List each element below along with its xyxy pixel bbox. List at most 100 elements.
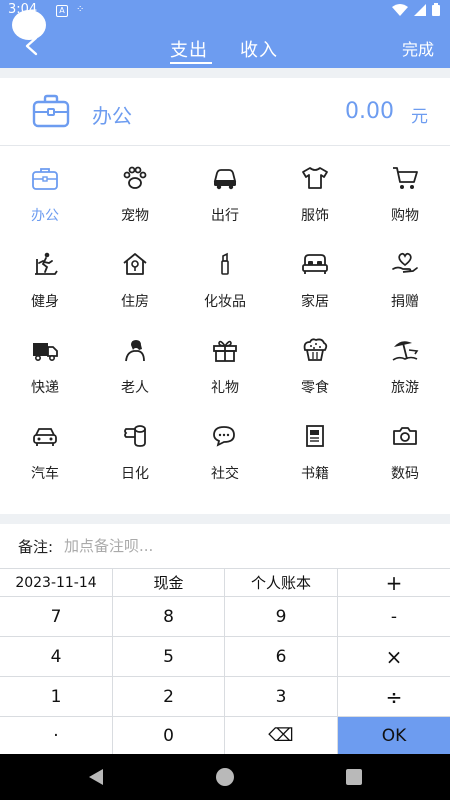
chat-bubbles-icon xyxy=(213,426,235,447)
category-fitness[interactable]: 健身 xyxy=(0,233,90,319)
system-nav-bar xyxy=(0,754,450,800)
toilet-roll-icon xyxy=(124,425,146,447)
note-label: 备注: xyxy=(18,538,54,556)
key-1[interactable]: 1 xyxy=(0,676,113,716)
key-7[interactable]: 7 xyxy=(0,596,113,636)
car-icon xyxy=(33,428,57,446)
tab-active-indicator xyxy=(170,62,212,64)
back-arrow-icon[interactable] xyxy=(18,32,46,60)
category-cosmetics[interactable]: 化妆品 xyxy=(180,233,270,319)
selected-category-row: 办公 0.00 元 xyxy=(0,78,450,146)
category-partial[interactable] xyxy=(360,491,450,514)
key-6[interactable]: 6 xyxy=(225,636,338,676)
key-0[interactable]: 0 xyxy=(113,716,225,754)
elder-icon xyxy=(125,340,145,362)
briefcase-icon xyxy=(32,168,58,190)
category-label: 日化 xyxy=(121,466,149,482)
category-snacks[interactable]: 零食 xyxy=(270,319,360,405)
category-partial[interactable] xyxy=(0,491,90,514)
cart-icon xyxy=(393,167,418,189)
note-row: 备注: xyxy=(0,524,450,568)
decimal-key[interactable]: · xyxy=(0,716,113,754)
multiply-key[interactable]: × xyxy=(338,636,450,676)
tab-income[interactable]: 收入 xyxy=(240,36,278,62)
backspace-key[interactable]: ⌫ xyxy=(225,716,338,754)
account-key[interactable]: 现金 xyxy=(113,568,225,596)
divider xyxy=(0,68,450,78)
treadmill-icon xyxy=(35,252,58,275)
category-label: 家居 xyxy=(301,294,329,310)
key-2[interactable]: 2 xyxy=(113,676,225,716)
category-daily-chemicals[interactable]: 日化 xyxy=(90,405,180,491)
status-right-icons xyxy=(392,3,440,16)
briefcase-icon xyxy=(32,94,70,128)
category-label: 宠物 xyxy=(121,208,149,224)
category-car[interactable]: 汽车 xyxy=(0,405,90,491)
category-partial[interactable] xyxy=(180,491,270,514)
done-button[interactable]: 完成 xyxy=(402,36,434,60)
camera-icon xyxy=(393,427,417,445)
status-bar: 3:04 A ⁘ xyxy=(0,0,450,40)
car-front-icon xyxy=(213,169,237,190)
bed-icon xyxy=(302,254,328,274)
header: 3:04 A ⁘ 支出 收入 完成 xyxy=(0,0,450,68)
status-a-icon: A xyxy=(56,5,68,17)
category-label: 出行 xyxy=(211,208,239,224)
category-express[interactable]: 快递 xyxy=(0,319,90,405)
category-label: 办公 xyxy=(31,208,59,224)
category-gift[interactable]: 礼物 xyxy=(180,319,270,405)
category-label: 老人 xyxy=(121,380,149,396)
category-shopping[interactable]: 购物 xyxy=(360,147,450,233)
nav-back-icon[interactable] xyxy=(88,769,104,785)
category-label: 服饰 xyxy=(301,208,329,224)
wifi-icon xyxy=(392,3,408,16)
key-8[interactable]: 8 xyxy=(113,596,225,636)
category-label: 汽车 xyxy=(31,466,59,482)
minus-key[interactable]: - xyxy=(338,596,450,636)
category-books[interactable]: 书籍 xyxy=(270,405,360,491)
category-social[interactable]: 社交 xyxy=(180,405,270,491)
delivery-truck-icon xyxy=(33,343,58,361)
category-label: 购物 xyxy=(391,208,419,224)
category-travel[interactable]: 出行 xyxy=(180,147,270,233)
category-tourism[interactable]: 旅游 xyxy=(360,319,450,405)
nav-home-icon[interactable] xyxy=(216,768,234,786)
ok-button[interactable]: OK xyxy=(338,716,450,754)
category-partial[interactable] xyxy=(90,491,180,514)
category-grid: 办公 宠物 出行 服饰 购物 健身 住房 化妆品 家居 捐赠 快递 老人 礼物 … xyxy=(0,147,450,514)
category-office[interactable]: 办公 xyxy=(0,147,90,233)
lipstick-icon xyxy=(221,252,229,275)
category-home[interactable]: 家居 xyxy=(270,233,360,319)
plus-key[interactable]: + xyxy=(338,568,450,596)
note-input[interactable] xyxy=(64,534,424,558)
muffin-icon xyxy=(303,338,328,361)
category-label: 零食 xyxy=(301,380,329,396)
key-4[interactable]: 4 xyxy=(0,636,113,676)
house-icon xyxy=(123,253,147,275)
category-label: 住房 xyxy=(121,294,149,310)
category-housing[interactable]: 住房 xyxy=(90,233,180,319)
signal-icon xyxy=(414,3,426,16)
tab-expense[interactable]: 支出 xyxy=(170,36,208,62)
category-partial[interactable] xyxy=(270,491,360,514)
key-9[interactable]: 9 xyxy=(225,596,338,636)
date-key[interactable]: 2023-11-14 xyxy=(0,568,113,596)
category-label: 健身 xyxy=(31,294,59,310)
category-donation[interactable]: 捐赠 xyxy=(360,233,450,319)
category-elder[interactable]: 老人 xyxy=(90,319,180,405)
key-5[interactable]: 5 xyxy=(113,636,225,676)
book-key[interactable]: 个人账本 xyxy=(225,568,338,596)
category-digital[interactable]: 数码 xyxy=(360,405,450,491)
gift-icon xyxy=(213,340,237,362)
shirt-icon xyxy=(302,167,328,189)
key-3[interactable]: 3 xyxy=(225,676,338,716)
status-sync-icon: ⁘ xyxy=(76,4,85,15)
category-pet[interactable]: 宠物 xyxy=(90,147,180,233)
amount-display: 0.00 xyxy=(345,99,394,124)
donate-heart-icon xyxy=(392,252,418,273)
category-label: 礼物 xyxy=(211,380,239,396)
nav-recent-icon[interactable] xyxy=(346,769,362,785)
beach-umbrella-icon xyxy=(392,341,419,361)
divide-key[interactable]: ÷ xyxy=(338,676,450,716)
category-clothing[interactable]: 服饰 xyxy=(270,147,360,233)
